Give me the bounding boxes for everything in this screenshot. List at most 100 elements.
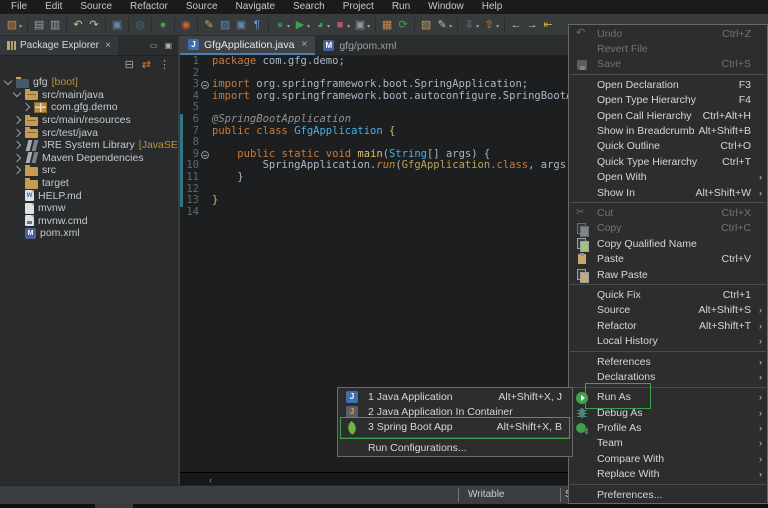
last-edit-location-icon[interactable]: ⇤	[540, 16, 556, 34]
context-menu-item-local-history[interactable]: Local History›	[569, 333, 767, 348]
chevron-right-icon[interactable]	[13, 154, 21, 162]
context-menu-item-declarations[interactable]: Declarations›	[569, 369, 767, 384]
tree-item-target[interactable]: target	[0, 177, 178, 190]
dropdown-caret-icon[interactable]: ▾	[449, 23, 452, 30]
context-menu-item-open-call-hierarchy[interactable]: Open Call HierarchyCtrl+Alt+H	[569, 108, 767, 123]
resume-icon[interactable]: ●	[155, 16, 171, 34]
menu-run[interactable]: Run	[383, 0, 419, 14]
submenu-item-run-configurations[interactable]: Run Configurations...	[338, 440, 572, 455]
dropdown-caret-icon[interactable]: ▾	[327, 23, 330, 30]
new-wizard-icon[interactable]: ▧▾	[4, 16, 24, 34]
editor-tab-gfg-pom-xml[interactable]: gfg/pom.xml	[315, 36, 404, 55]
dropdown-caret-icon[interactable]: ▾	[287, 23, 290, 30]
format-icon[interactable]: ✎▾	[434, 16, 454, 34]
menu-refactor[interactable]: Refactor	[121, 0, 177, 14]
context-menu-item-compare-with[interactable]: Compare With›	[569, 451, 767, 466]
context-menu-item-refactor[interactable]: RefactorAlt+Shift+T›	[569, 318, 767, 333]
dropdown-caret-icon[interactable]: ▾	[307, 23, 310, 30]
minimize-icon[interactable]: ▭	[150, 41, 158, 50]
menu-help[interactable]: Help	[473, 0, 512, 14]
dropdown-caret-icon[interactable]: ▾	[496, 23, 499, 30]
context-menu-item-references[interactable]: References›	[569, 354, 767, 369]
menu-search[interactable]: Search	[284, 0, 334, 14]
context-menu-item-open-declaration[interactable]: Open DeclarationF3	[569, 77, 767, 92]
coverage-tool-icon[interactable]: ◕▾	[312, 16, 332, 34]
chevron-right-icon[interactable]	[13, 141, 21, 149]
close-icon[interactable]: ×	[301, 39, 307, 50]
tree-item-mvnw-cmd[interactable]: mvnw.cmd	[0, 215, 178, 228]
tree-item-src-main-java[interactable]: src/main/java	[0, 89, 178, 102]
dropdown-caret-icon[interactable]: ▾	[347, 23, 350, 30]
tree-item-maven-dependencies[interactable]: Maven Dependencies	[0, 152, 178, 165]
run-tool-icon[interactable]: ▶▾	[292, 16, 312, 34]
chevron-right-icon[interactable]	[13, 166, 21, 174]
submenu-item-1-java-application[interactable]: 1 Java ApplicationAlt+Shift+X, J	[338, 389, 572, 404]
export-icon[interactable]: ⇧▾	[481, 16, 501, 34]
dropdown-caret-icon[interactable]: ▾	[476, 23, 479, 30]
save-icon[interactable]: ▤	[31, 16, 47, 34]
context-menu-item-show-in-breadcrumb[interactable]: Show in BreadcrumbAlt+Shift+B	[569, 123, 767, 138]
context-menu-item-quick-type-hierarchy[interactable]: Quick Type HierarchyCtrl+T	[569, 154, 767, 169]
refresh-icon[interactable]: ⟳	[395, 16, 411, 34]
tree-item-src-test-java[interactable]: src/test/java	[0, 126, 178, 139]
submenu-item-3-spring-boot-app[interactable]: 3 Spring Boot AppAlt+Shift+X, B	[338, 420, 572, 435]
link-window-icon[interactable]: ▣	[233, 16, 249, 34]
back-icon[interactable]: ←	[508, 16, 524, 34]
menu-source[interactable]: Source	[71, 0, 121, 14]
menu-navigate[interactable]: Navigate	[227, 0, 284, 14]
tab-package-explorer[interactable]: Package Explorer ×	[0, 36, 118, 55]
run-last-tool-icon[interactable]: ◉	[178, 16, 194, 34]
tree-item-mvnw[interactable]: mvnw	[0, 202, 178, 215]
context-menu-item-open-with[interactable]: Open With›	[569, 170, 767, 185]
context-menu-item-show-in[interactable]: Show InAlt+Shift+W›	[569, 185, 767, 200]
tree-item-pom-xml[interactable]: pom.xml	[0, 227, 178, 240]
open-type-icon[interactable]: ▨	[418, 16, 434, 34]
chevron-down-icon[interactable]	[4, 77, 12, 85]
tree-item-com-gfg-demo[interactable]: com.gfg.demo	[0, 101, 178, 114]
tree-item-gfg[interactable]: gfg[boot]	[0, 76, 178, 89]
highlighter-icon[interactable]: ✎	[201, 16, 217, 34]
context-menu-item-profile-as[interactable]: Profile As›	[569, 420, 767, 435]
menu-source[interactable]: Source	[177, 0, 227, 14]
chevron-down-icon[interactable]	[13, 89, 21, 97]
link-with-editor-icon[interactable]: ⇄	[142, 58, 151, 71]
close-icon[interactable]: ×	[105, 40, 111, 51]
context-menu-item-debug-as[interactable]: Debug As›	[569, 405, 767, 420]
menu-file[interactable]: File	[2, 0, 36, 14]
context-menu-item-quick-fix[interactable]: Quick FixCtrl+1	[569, 287, 767, 302]
submenu-item-2-java-application-in-container[interactable]: 2 Java Application In Container	[338, 404, 572, 419]
tree-item-src[interactable]: src	[0, 164, 178, 177]
tree-item-help-md[interactable]: HELP.md	[0, 189, 178, 202]
redo-icon[interactable]: ↷	[86, 16, 102, 34]
context-menu-item-raw-paste[interactable]: Raw Paste	[569, 267, 767, 282]
show-whitespace-icon[interactable]: ¶	[249, 16, 265, 34]
menu-project[interactable]: Project	[334, 0, 383, 14]
import-icon[interactable]: ⇩▾	[461, 16, 481, 34]
dropdown-caret-icon[interactable]: ▾	[367, 23, 370, 30]
context-menu-item-preferences[interactable]: Preferences...	[569, 487, 767, 502]
context-menu-item-paste[interactable]: PasteCtrl+V	[569, 251, 767, 266]
menu-edit[interactable]: Edit	[36, 0, 71, 14]
context-menu-item-team[interactable]: Team›	[569, 436, 767, 451]
collapse-all-icon[interactable]: ⊟	[125, 58, 134, 71]
menu-window[interactable]: Window	[419, 0, 473, 14]
context-menu-item-source[interactable]: SourceAlt+Shift+S›	[569, 303, 767, 318]
external-tools-icon[interactable]: ▣▾	[352, 16, 372, 34]
fold-marker-icon[interactable]	[199, 149, 210, 161]
forward-icon[interactable]: →	[524, 16, 540, 34]
tree-item-jre-system-library[interactable]: JRE System Library[JavaSE-17]	[0, 139, 178, 152]
fold-marker-icon[interactable]	[199, 79, 210, 91]
search-icon[interactable]: ◎	[132, 16, 148, 34]
save-all-icon[interactable]: ▥	[47, 16, 63, 34]
open-resource-icon[interactable]: ▨	[217, 16, 233, 34]
new-java-project-icon[interactable]: ▦	[379, 16, 395, 34]
context-menu-item-quick-outline[interactable]: Quick OutlineCtrl+O	[569, 139, 767, 154]
debug-tool-icon[interactable]: ●▾	[272, 16, 292, 34]
context-menu-item-run-as[interactable]: Run As›	[569, 390, 767, 405]
context-menu-item-copy-qualified-name[interactable]: Copy Qualified Name	[569, 236, 767, 251]
chevron-right-icon[interactable]	[13, 128, 21, 136]
open-task-icon[interactable]: ▣	[109, 16, 125, 34]
context-menu-item-open-type-hierarchy[interactable]: Open Type HierarchyF4	[569, 93, 767, 108]
undo-icon[interactable]: ↶	[70, 16, 86, 34]
chevron-right-icon[interactable]	[22, 103, 30, 111]
